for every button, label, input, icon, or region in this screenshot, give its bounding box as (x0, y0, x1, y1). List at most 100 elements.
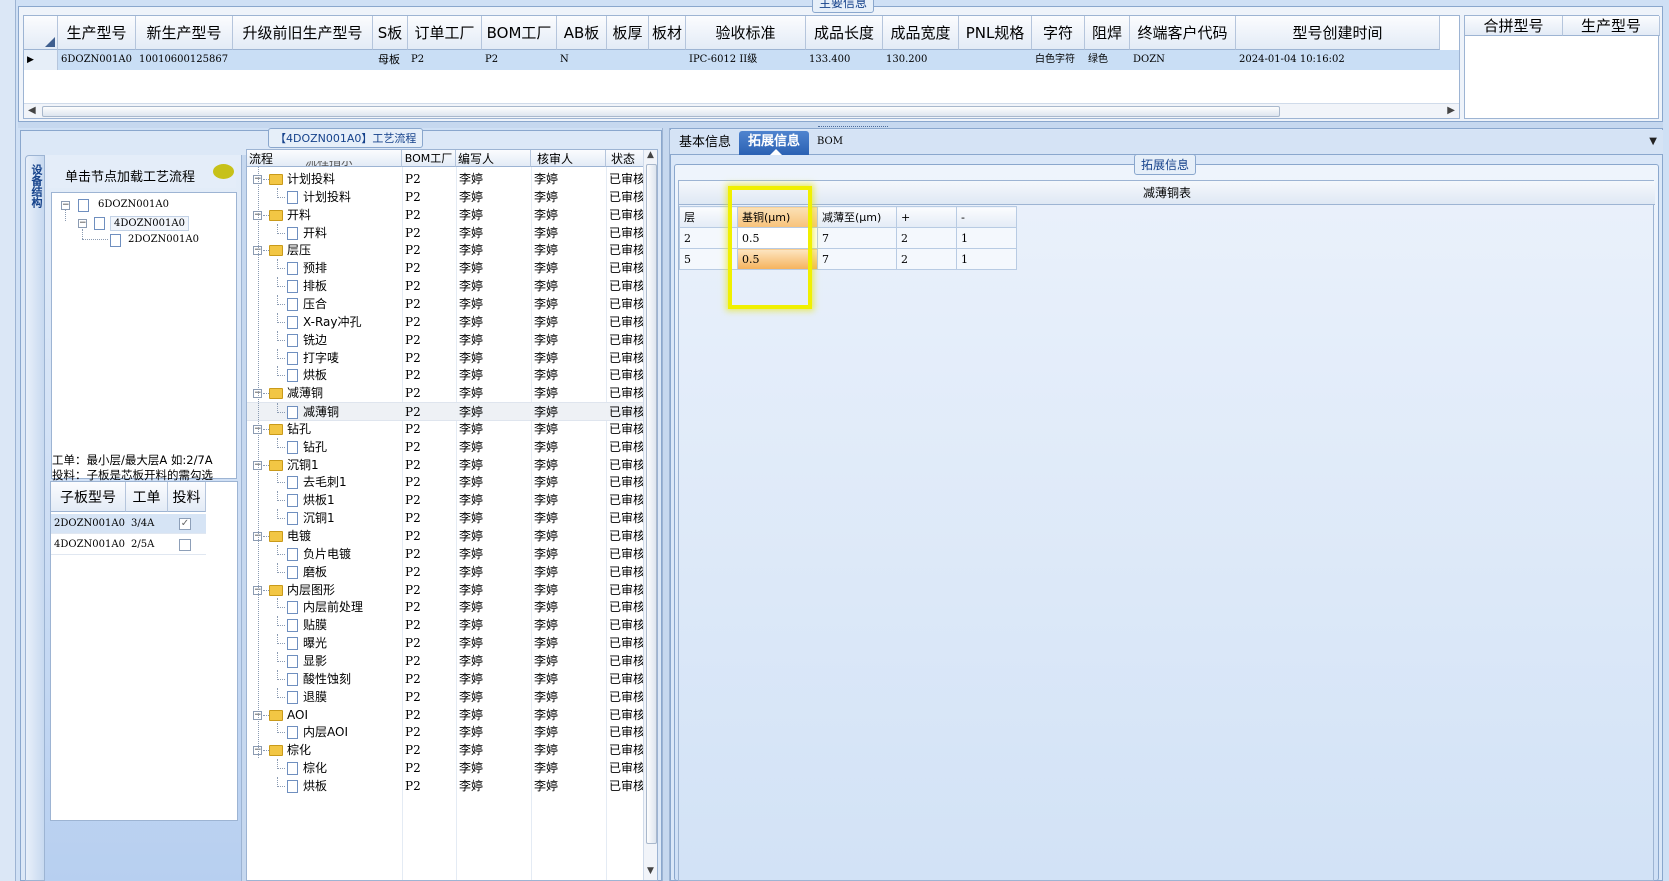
process-row[interactable]: − 减薄铜 P2 李婷 李婷 已审核 (247, 384, 647, 403)
process-row[interactable]: 内层AOI P2 李婷 李婷 已审核 (247, 723, 647, 742)
process-row[interactable]: − 计划投料 P2 李婷 李婷 已审核 (247, 170, 647, 189)
main-col-header[interactable]: 成品宽度 (883, 16, 959, 50)
main-cell[interactable]: 130.200 (883, 50, 959, 70)
process-row[interactable]: X-Ray冲孔 P2 李婷 李婷 已审核 (247, 312, 647, 332)
tree-node-leaf[interactable]: 2DOZN001A0 (128, 234, 199, 245)
cell-plus[interactable]: 2 (896, 248, 957, 270)
main-cell[interactable]: 白色字符 (1032, 50, 1085, 70)
tab-basic-info[interactable]: 基本信息 (674, 134, 736, 154)
main-col-header[interactable]: 字符 (1032, 16, 1085, 50)
process-row[interactable]: 酸性蚀刻 P2 李婷 李婷 已审核 (247, 669, 647, 689)
cell-reduce-to[interactable]: 7 (817, 227, 897, 249)
main-cell[interactable]: 6DOZN001A0 (58, 50, 136, 70)
process-row[interactable]: 减薄铜 P2 李婷 李婷 已审核 (247, 402, 647, 422)
scroll-left-arrow-icon[interactable]: ◀ (28, 105, 36, 116)
col-subboard[interactable]: 子板型号 (51, 482, 126, 512)
cell-minus[interactable]: 1 (956, 248, 1017, 270)
main-col-header[interactable]: 升级前旧生产型号 (233, 16, 373, 50)
col-plus[interactable]: + (896, 206, 957, 228)
main-grid-row[interactable]: ▶ 6DOZN001A0 10010600125867 母板 P2 P2 N IPC-601… (24, 50, 1459, 70)
middle-splitter[interactable] (662, 128, 670, 881)
tree-node-child[interactable]: 4DOZN001A0 (110, 216, 189, 231)
feed-checkbox[interactable] (179, 539, 191, 551)
main-col-header[interactable]: S板 (373, 16, 408, 50)
tree-node-root[interactable]: 6DOZN001A0 (98, 199, 169, 210)
main-col-header[interactable]: 订单工厂 (408, 16, 482, 50)
main-cell[interactable]: P2 (482, 50, 557, 70)
main-col-header[interactable]: 终端客户代码 (1130, 16, 1236, 50)
main-cell[interactable] (959, 50, 1032, 70)
process-row[interactable]: 曝光 P2 李婷 李婷 已审核 (247, 634, 647, 653)
process-row[interactable]: 钻孔 P2 李婷 李婷 已审核 (247, 437, 647, 457)
col-reviewer[interactable]: 核审人 (531, 150, 606, 167)
scroll-down-arrow-icon[interactable]: ▼ (647, 866, 654, 876)
tree-collapse-icon[interactable]: − (61, 201, 70, 210)
process-row[interactable]: 预排 P2 李婷 李婷 已审核 (247, 259, 647, 278)
main-cell[interactable]: P2 (408, 50, 482, 70)
main-col-header[interactable]: BOM工厂 (482, 16, 557, 50)
process-row[interactable]: 烘板 P2 李婷 李婷 已审核 (247, 776, 647, 796)
process-row[interactable]: 负片电镀 P2 李婷 李婷 已审核 (247, 544, 647, 564)
process-row[interactable]: 磨板 P2 李婷 李婷 已审核 (247, 562, 647, 582)
main-cell[interactable] (233, 50, 373, 70)
process-row[interactable]: 排板 P2 李婷 李婷 已审核 (247, 277, 647, 296)
side-tab-structure[interactable]: 设备结构 (25, 155, 45, 881)
process-row[interactable]: 贴膜 P2 李婷 李婷 已审核 (247, 616, 647, 635)
main-cell[interactable]: N (557, 50, 607, 70)
col-reduce-to[interactable]: 减薄至(μm) (817, 206, 897, 228)
main-col-header[interactable]: 板材 (649, 16, 686, 50)
col-feed[interactable]: 投料 (168, 482, 206, 512)
main-col-header[interactable]: 阻焊 (1085, 16, 1130, 50)
process-row[interactable]: 去毛刺1 P2 李婷 李婷 已审核 (247, 473, 647, 492)
process-row[interactable]: 内层前处理 P2 李婷 李婷 已审核 (247, 598, 647, 617)
process-row[interactable]: − 内层图形 P2 李婷 李婷 已审核 (247, 581, 647, 600)
main-col-header[interactable]: 型号创建时间 (1236, 16, 1440, 50)
main-col-header[interactable]: AB板 (557, 16, 607, 50)
feed-checkbox-checked[interactable]: ✓ (179, 518, 191, 530)
scroll-up-arrow-icon[interactable]: ▲ (647, 150, 654, 160)
table-row[interactable]: 4DOZN001A0 2/5A (51, 535, 206, 555)
main-col-header[interactable]: 新生产型号 (136, 16, 233, 50)
process-row[interactable]: − AOI P2 李婷 李婷 已审核 (247, 706, 647, 725)
process-row[interactable]: 烘板1 P2 李婷 李婷 已审核 (247, 491, 647, 510)
merge-col-header[interactable]: 合拼型号 (1465, 16, 1563, 36)
col-minus[interactable]: - (956, 206, 1017, 228)
process-row[interactable]: − 沉铜1 P2 李婷 李婷 已审核 (247, 456, 647, 475)
main-cell[interactable]: 133.400 (806, 50, 883, 70)
main-cell[interactable]: 母板 (373, 50, 408, 70)
process-row[interactable]: 沉铜1 P2 李婷 李婷 已审核 (247, 509, 647, 528)
main-col-header[interactable]: PNL规格 (959, 16, 1032, 50)
scroll-right-arrow-icon[interactable]: ▶ (1447, 105, 1455, 116)
main-col-header[interactable]: 验收标准 (686, 16, 806, 50)
process-row[interactable]: 铣边 P2 李婷 李婷 已审核 (247, 330, 647, 350)
process-row[interactable]: − 电镀 P2 李婷 李婷 已审核 (247, 527, 647, 546)
select-all-corner[interactable] (24, 16, 58, 50)
process-row[interactable]: − 棕化 P2 李婷 李婷 已审核 (247, 741, 647, 760)
table-row[interactable]: 2DOZN001A0 3/4A ✓ (51, 514, 206, 534)
main-cell[interactable] (607, 50, 649, 70)
tree-collapse-icon[interactable]: − (78, 219, 87, 228)
scroll-thumb[interactable] (646, 164, 657, 844)
process-row[interactable]: − 开料 P2 李婷 李婷 已审核 (247, 206, 647, 225)
process-row[interactable]: 烘板 P2 李婷 李婷 已审核 (247, 366, 647, 385)
tab-dropdown-icon[interactable]: ▼ (1649, 136, 1657, 147)
main-cell[interactable] (649, 50, 686, 70)
process-vscrollbar[interactable]: ▲ ▼ (643, 150, 657, 880)
cell-minus[interactable]: 1 (956, 227, 1017, 249)
main-cell[interactable]: IPC-6012 II级 (686, 50, 806, 70)
main-col-header[interactable]: 板厚 (607, 16, 649, 50)
process-row[interactable]: 棕化 P2 李婷 李婷 已审核 (247, 759, 647, 778)
process-row[interactable]: − 钻孔 P2 李婷 李婷 已审核 (247, 420, 647, 439)
process-row[interactable]: 显影 P2 李婷 李婷 已审核 (247, 651, 647, 671)
main-col-header[interactable]: 生产型号 (58, 16, 136, 50)
col-order[interactable]: 工单 (126, 482, 168, 512)
main-cell[interactable]: 绿色 (1085, 50, 1130, 70)
process-row[interactable]: 退膜 P2 李婷 李婷 已审核 (247, 687, 647, 707)
process-row[interactable]: 计划投料 P2 李婷 李婷 已审核 (247, 187, 647, 207)
col-status[interactable]: 状态 (606, 150, 644, 167)
main-cell[interactable]: 2024-01-04 10:16:02 (1236, 50, 1440, 70)
main-col-header[interactable]: 成品长度 (806, 16, 883, 50)
tab-bom[interactable]: BOM (817, 136, 843, 147)
process-row[interactable]: 开料 P2 李婷 李婷 已审核 (247, 223, 647, 243)
model-col-header[interactable]: 生产型号 (1563, 16, 1660, 36)
